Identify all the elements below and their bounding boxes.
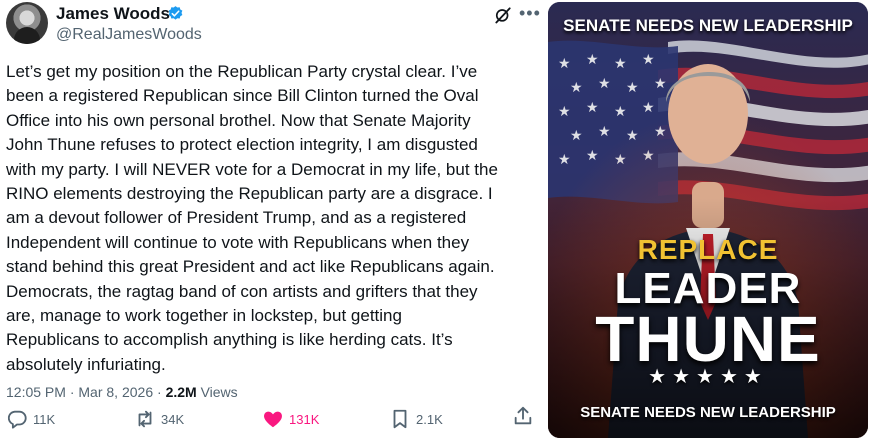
repost-icon [138, 410, 152, 428]
like-count: 131K [289, 411, 320, 427]
display-name[interactable]: James Woods [56, 4, 170, 24]
tweet-time[interactable]: 12:05 PM [6, 384, 66, 400]
views-count: 2.2M [165, 384, 197, 400]
heart-icon [264, 411, 282, 428]
tweet-date[interactable]: Mar 8, 2026 [78, 384, 153, 400]
more-icon[interactable]: ••• [519, 4, 541, 22]
poster-image[interactable]: ★★★★ ★★★★ ★★★★ ★★★★ ★★★★ SENATE NEEDS NE… [548, 2, 868, 438]
avatar[interactable] [6, 2, 48, 44]
share-button[interactable] [512, 405, 534, 432]
tweet-card: James Woods @RealJamesWoods ••• Let’s ge… [0, 0, 548, 440]
user-handle[interactable]: @RealJamesWoods [56, 25, 202, 45]
tweet-meta: 12:05 PM · Mar 8, 2026 · 2.2M Views [6, 383, 238, 401]
poster-headline-replace: REPLACE [637, 234, 779, 265]
views-label: Views [200, 384, 238, 400]
bookmark-count: 2.1K [416, 411, 443, 427]
reply-button[interactable]: 11K [6, 405, 55, 433]
meta-separator: · [157, 384, 166, 400]
repost-count: 34K [161, 411, 185, 427]
reply-count: 11K [33, 411, 56, 427]
reply-icon [7, 410, 27, 429]
verified-badge-icon [168, 6, 183, 20]
like-button[interactable]: 131K [262, 405, 319, 433]
poster-stars: ★★★★★ [648, 366, 768, 388]
share-icon [514, 406, 532, 425]
bookmark-button[interactable]: 2.1K [389, 405, 443, 433]
poster-top-banner: SENATE NEEDS NEW LEADERSHIP [563, 16, 853, 35]
repost-button[interactable]: 34K [134, 405, 184, 433]
poster-bottom-banner: SENATE NEEDS NEW LEADERSHIP [580, 404, 836, 421]
grok-icon[interactable] [493, 5, 513, 25]
tweet-text: Let’s get my position on the Republican … [6, 62, 498, 374]
action-bar: 11K 34K 131K 2.1K [6, 405, 536, 433]
bookmark-icon [393, 409, 407, 429]
